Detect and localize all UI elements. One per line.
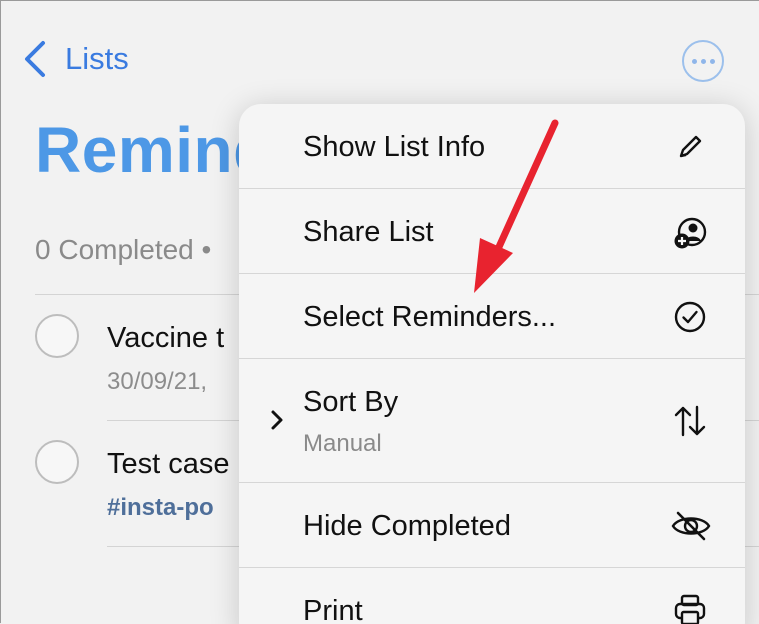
menu-item-label: Sort By	[303, 386, 399, 418]
menu-item-label: Select Reminders...	[303, 301, 557, 333]
page-title: Remind	[35, 114, 273, 186]
pencil-icon	[679, 135, 702, 158]
menu-item-share-list[interactable]: Share List	[239, 189, 745, 274]
menu-item-label: Hide Completed	[303, 510, 511, 542]
completed-count[interactable]: 0 Completed •	[35, 234, 211, 266]
back-button-label: Lists	[65, 41, 129, 76]
chevron-right-icon	[271, 410, 283, 430]
reminder-checkbox[interactable]	[35, 314, 79, 358]
menu-item-hide-completed[interactable]: Hide Completed	[239, 483, 745, 568]
checkmark-circle-icon	[674, 301, 706, 333]
back-button[interactable]: Lists	[21, 39, 129, 79]
reminder-date: 30/09/21,	[107, 368, 208, 395]
reminder-tag[interactable]: #insta-po	[107, 494, 214, 522]
reminder-title[interactable]: Vaccine t	[107, 322, 224, 355]
menu-item-sublabel: Manual	[303, 430, 382, 457]
more-options-button[interactable]	[682, 40, 724, 82]
menu-item-sort-by[interactable]: Sort By Manual	[239, 359, 745, 483]
menu-item-label: Share List	[303, 216, 434, 248]
share-person-icon	[674, 217, 707, 249]
chevron-left-icon	[25, 41, 45, 77]
menu-item-select-reminders[interactable]: Select Reminders...	[239, 274, 745, 359]
menu-item-show-list-info[interactable]: Show List Info	[239, 104, 745, 189]
printer-icon	[674, 594, 706, 624]
reminder-title[interactable]: Test case	[107, 448, 230, 481]
list-options-menu: Show List Info Share List Select Reminde…	[239, 104, 745, 624]
reminders-screen: Lists Remind 0 Completed • Vaccine t 30/…	[1, 1, 759, 624]
reminder-checkbox[interactable]	[35, 440, 79, 484]
eye-slash-icon	[671, 511, 711, 541]
menu-item-label: Show List Info	[303, 131, 486, 163]
sort-arrows-icon	[674, 405, 706, 437]
menu-item-label: Print	[303, 595, 363, 624]
menu-item-print[interactable]: Print	[239, 568, 745, 624]
ellipsis-icon	[691, 58, 697, 64]
